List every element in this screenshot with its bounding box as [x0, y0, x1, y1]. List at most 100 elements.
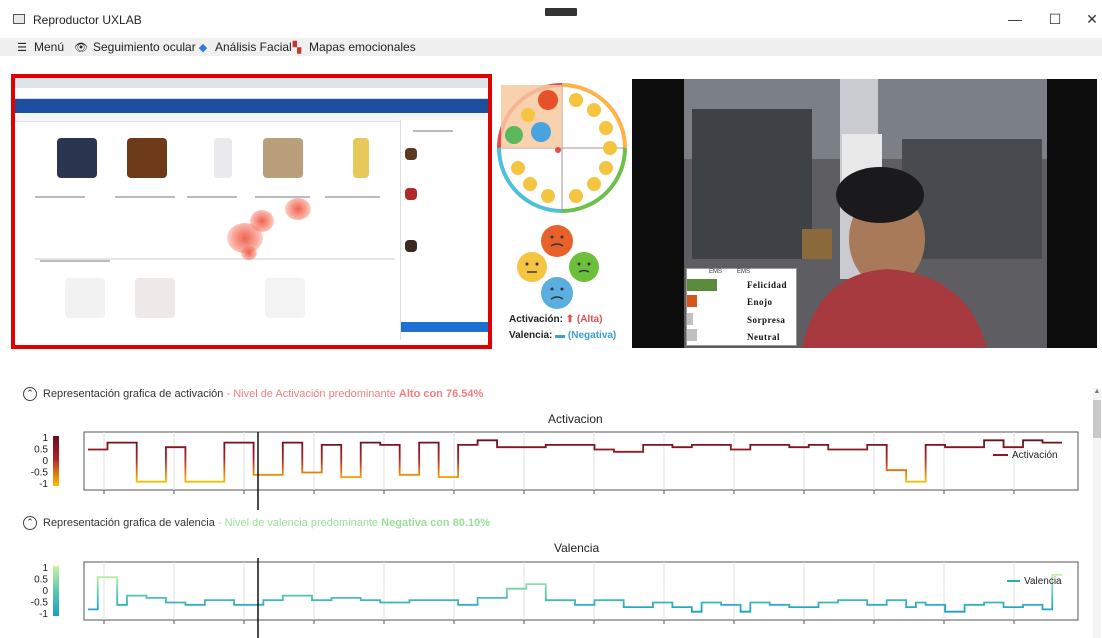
product-text: [115, 196, 175, 198]
activation-plot-area: [83, 431, 1079, 491]
valence-colorbar: [53, 566, 59, 616]
product-image: [127, 138, 167, 178]
menu-item-eye-tracking[interactable]: 👁 Seguimiento ocular: [74, 40, 196, 54]
sad-face-icon: [523, 177, 537, 191]
valence-chart: Valencia 10.50-0.5-1: [31, 558, 1079, 638]
sad-face-icon: [531, 122, 551, 142]
product-image: [263, 138, 303, 178]
hamburger-icon: ☰: [17, 42, 27, 54]
enojo-label: Enojo: [747, 297, 773, 307]
emotion-results-panel: EMS EMS Felicidad Enojo Sorpresa Neutral: [686, 268, 797, 346]
neutral-bar: [687, 329, 697, 341]
current-emotion-marker: [555, 147, 561, 153]
valence-chart-title: Valencia: [554, 541, 600, 555]
y-tick-label: -0.5: [31, 468, 49, 479]
cart-item-image: [405, 148, 417, 160]
scrollbar-thumb[interactable]: [1093, 400, 1101, 438]
felicidad-label: Felicidad: [747, 280, 787, 290]
cart-text: [413, 130, 453, 132]
activation-legend-label: Activación: [1012, 450, 1058, 461]
menu-bar: ☰ Menú 👁 Seguimiento ocular ◆ Análisis Faci…: [0, 38, 1102, 56]
worried-face-icon: [511, 161, 525, 175]
sorpresa-bar: [687, 313, 693, 325]
browser-tabs: [15, 78, 488, 88]
y-tick-label: 0: [42, 586, 48, 597]
happy-face-icon: [569, 93, 583, 107]
product-image: [353, 138, 369, 178]
happy-face-icon: [587, 103, 601, 117]
happy-face-icon: [599, 121, 613, 135]
y-tick-label: 1: [42, 433, 48, 444]
drag-handle[interactable]: [545, 8, 577, 16]
frustrated-face-icon: [517, 252, 547, 282]
map-icon: ▚: [292, 42, 302, 54]
emotion-faces: [517, 225, 599, 309]
heatmap-spot: [285, 198, 311, 220]
sad-face-icon: [541, 189, 555, 203]
calm-face-icon: [599, 161, 613, 175]
site-navbar: [15, 99, 488, 113]
screen-recording-panel[interactable]: [11, 74, 492, 349]
chevron-up-icon[interactable]: ⌃: [23, 387, 37, 401]
face-mask-icon: ◆: [198, 42, 208, 54]
product-text: [325, 196, 380, 198]
emotion-wheel: [497, 83, 627, 213]
cart-item-image: [405, 188, 417, 200]
app-window-icon: [13, 14, 25, 24]
heatmap-spot: [250, 210, 274, 232]
maximize-button[interactable]: ☐: [1040, 8, 1070, 30]
activation-section-header[interactable]: ⌃ Representación grafica de activación - …: [23, 387, 483, 401]
y-tick-label: -1: [39, 479, 48, 490]
minimize-button[interactable]: —: [1000, 8, 1030, 30]
vertical-scrollbar[interactable]: ▲: [1093, 388, 1101, 638]
section-text: [40, 260, 110, 262]
y-tick-label: -0.5: [31, 598, 49, 609]
window-title: Reproductor UXLAB: [33, 13, 142, 27]
y-tick-label: 1: [42, 563, 48, 574]
menu-item-emotion-maps[interactable]: ▚ Mapas emocionales: [290, 40, 416, 54]
activation-chart-title: Activacion: [548, 412, 603, 426]
dash-icon: ▬: [555, 330, 566, 341]
menu-item-menu[interactable]: ☰ Menú: [15, 40, 64, 54]
scroll-up-icon[interactable]: ▲: [1093, 388, 1101, 398]
product-image: [135, 278, 175, 318]
browser-url-bar: [15, 88, 488, 99]
close-button[interactable]: ✕: [1077, 8, 1102, 30]
product-text: [187, 196, 237, 198]
title-bar: Reproductor UXLAB — ☐ ✕: [0, 0, 1102, 38]
product-image: [57, 138, 97, 178]
calm-face-icon: [587, 177, 601, 191]
y-tick-label: 0.5: [34, 575, 48, 586]
neutral-label: Neutral: [747, 332, 780, 342]
product-text: [35, 196, 85, 198]
arrow-up-icon: ⬆: [565, 314, 575, 325]
y-tick-label: 0.5: [34, 445, 48, 456]
angry-face-icon: [538, 90, 558, 110]
enojo-bar: [687, 295, 697, 307]
activation-colorbar: [53, 436, 59, 486]
product-image: [214, 138, 232, 178]
valence-legend-label: Valencia: [1024, 576, 1062, 587]
activation-legend: Activación: ⬆ (Alta): [509, 314, 603, 325]
sad-face-icon: [541, 277, 573, 309]
sleepy-face-icon: [569, 189, 583, 203]
y-tick-label: -1: [39, 609, 48, 620]
angry-face-icon: [541, 225, 573, 257]
menu-item-facial-analysis[interactable]: ◆ Análisis Facial: [196, 40, 292, 54]
valence-plot-area: [83, 561, 1079, 621]
eye-icon: 👁: [74, 42, 88, 54]
chevron-up-icon[interactable]: ⌃: [23, 516, 37, 530]
cart-item-image: [405, 240, 417, 252]
valence-section-header[interactable]: ⌃ Representación grafica de valencia - Ni…: [23, 516, 490, 530]
cart-panel: [400, 120, 488, 340]
valence-legend: Valencia: ▬ (Negativa): [509, 330, 617, 341]
y-tick-label: 0: [42, 456, 48, 467]
sorpresa-label: Sorpresa: [747, 315, 786, 325]
felicidad-bar: [687, 279, 717, 291]
sick-face-icon: [569, 252, 599, 282]
sick-face-icon: [505, 126, 523, 144]
checkout-button[interactable]: [401, 322, 488, 332]
face-icon: [521, 108, 535, 122]
product-image: [265, 278, 305, 318]
heatmap-spot: [241, 246, 257, 260]
